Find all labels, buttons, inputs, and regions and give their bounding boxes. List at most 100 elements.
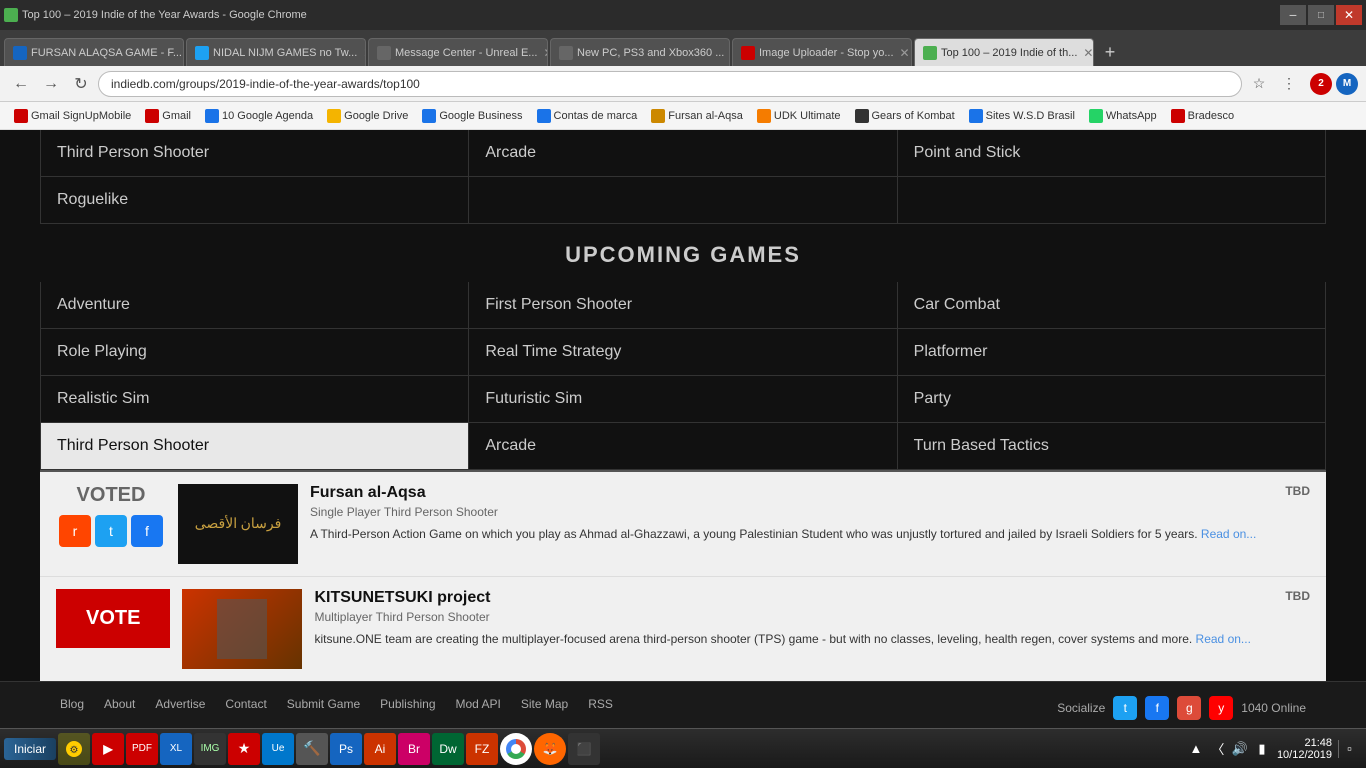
notification-badge[interactable]: 2 — [1310, 73, 1332, 95]
tab-message[interactable]: Message Center - Unreal E... ✕ — [368, 38, 548, 66]
game-tbd-kitsunetsuki: TBD — [1285, 589, 1310, 603]
bookmark-business[interactable]: Google Business — [416, 107, 528, 125]
tab-image[interactable]: Image Uploader - Stop yo... ✕ — [732, 38, 912, 66]
facebook-share-icon[interactable]: f — [131, 515, 163, 547]
genre-party[interactable]: Party — [898, 376, 1326, 423]
footer-link-contact[interactable]: Contact — [225, 697, 266, 711]
taskbar-icon-1[interactable]: ⚙ — [58, 733, 90, 765]
genre-fps[interactable]: First Person Shooter — [469, 282, 897, 329]
genre-cell-tps[interactable]: Third Person Shooter — [41, 130, 469, 177]
show-desktop-button[interactable]: ▫ — [1338, 740, 1356, 758]
tab-nidal[interactable]: NIDAL NIJM GAMES no Tw... ✕ — [186, 38, 366, 66]
taskbar-icon-13[interactable]: FZ — [466, 733, 498, 765]
user-avatar-m[interactable]: M — [1336, 73, 1358, 95]
genre-carcombat[interactable]: Car Combat — [898, 282, 1326, 329]
genre-adventure[interactable]: Adventure — [41, 282, 469, 329]
genre-arcade2[interactable]: Arcade — [469, 423, 897, 470]
genre-rts[interactable]: Real Time Strategy — [469, 329, 897, 376]
tab-top100[interactable]: Top 100 – 2019 Indie of th... ✕ — [914, 38, 1094, 66]
address-bar[interactable]: indiedb.com/groups/2019-indie-of-the-yea… — [98, 71, 1242, 97]
tab-close-icon[interactable]: ✕ — [543, 46, 548, 60]
game-readmore-link-kitsunetsuki[interactable]: Read on... — [1196, 632, 1251, 646]
genre-turnbased[interactable]: Turn Based Tactics — [898, 423, 1326, 470]
tray-network-icon[interactable]: 〈 — [1209, 740, 1227, 758]
taskbar-icon-9[interactable]: Ps — [330, 733, 362, 765]
game-readmore-link-fursan[interactable]: Read on... — [1201, 527, 1256, 541]
back-button[interactable]: ← — [8, 71, 34, 97]
start-button[interactable]: Iniciar — [4, 738, 56, 760]
footer-link-rss[interactable]: RSS — [588, 697, 613, 711]
bookmark-gmail[interactable]: Gmail — [139, 107, 197, 125]
minimize-button[interactable]: − — [1280, 5, 1306, 25]
settings-icon[interactable]: ⋮ — [1276, 71, 1302, 97]
tray-chevron-icon[interactable]: ▲ — [1187, 740, 1205, 758]
genre-realisticsim[interactable]: Realistic Sim — [41, 376, 469, 423]
twitter-social-icon[interactable]: t — [1113, 696, 1137, 720]
genre-label: Party — [914, 390, 951, 407]
footer-link-submitgame[interactable]: Submit Game — [287, 697, 360, 711]
bookmark-bradesco[interactable]: Bradesco — [1165, 107, 1240, 125]
taskbar-icon-12[interactable]: Dw — [432, 733, 464, 765]
taskbar-label: 🔨 — [303, 740, 320, 757]
taskbar-icon-8[interactable]: 🔨 — [296, 733, 328, 765]
tray-volume-icon[interactable]: 🔊 — [1231, 740, 1249, 758]
taskbar-icon-firefox[interactable]: 🦊 — [534, 733, 566, 765]
bookmark-gmail-signup[interactable]: Gmail SignUpMobile — [8, 107, 137, 125]
bookmarks-bar: Gmail SignUpMobile Gmail 10 Google Agend… — [0, 102, 1366, 130]
bookmark-star-icon[interactable]: ☆ — [1246, 71, 1272, 97]
vote-button-kitsunetsuki[interactable]: VOTE — [56, 589, 170, 648]
genre-roleplaying[interactable]: Role Playing — [41, 329, 469, 376]
close-button[interactable]: ✕ — [1336, 5, 1362, 25]
footer-link-advertise[interactable]: Advertise — [155, 697, 205, 711]
footer-link-sitemap[interactable]: Site Map — [521, 697, 568, 711]
tab-fursan[interactable]: FURSAN ALAQSA GAME - F... ✕ — [4, 38, 184, 66]
genre-tps-active[interactable]: Third Person Shooter — [41, 423, 469, 470]
bookmark-favicon — [651, 109, 665, 123]
taskbar-icon-3[interactable]: PDF — [126, 733, 158, 765]
online-count: 1040 Online — [1241, 701, 1306, 715]
twitter-share-icon[interactable]: t — [95, 515, 127, 547]
footer-link-modapi[interactable]: Mod API — [456, 697, 501, 711]
reload-button[interactable]: ↻ — [68, 71, 94, 97]
tab-close-icon[interactable]: ✕ — [900, 46, 910, 60]
youtube-social-icon[interactable]: y — [1209, 696, 1233, 720]
taskbar-icon-7[interactable]: Ue — [262, 733, 294, 765]
bookmark-sites[interactable]: Sites W.S.D Brasil — [963, 107, 1081, 125]
maximize-button[interactable]: □ — [1308, 5, 1334, 25]
genre-cell-arcade[interactable]: Arcade — [469, 130, 897, 177]
bookmark-whatsapp[interactable]: WhatsApp — [1083, 107, 1163, 125]
tab-close-icon[interactable]: ✕ — [1083, 46, 1093, 60]
taskbar-icon-2[interactable]: ▶ — [92, 733, 124, 765]
taskbar-icon-5[interactable]: IMG — [194, 733, 226, 765]
genre-cell-pointandstick[interactable]: Point and Stick — [898, 130, 1326, 177]
genre-platformer[interactable]: Platformer — [898, 329, 1326, 376]
bookmark-drive[interactable]: Google Drive — [321, 107, 414, 125]
new-tab-button[interactable]: + — [1096, 38, 1124, 66]
taskbar-icon-chrome[interactable] — [500, 733, 532, 765]
tab-newpc[interactable]: New PC, PS3 and Xbox360 ... ✕ — [550, 38, 730, 66]
tab-close-icon[interactable]: ✕ — [363, 46, 366, 60]
game-title-kitsunetsuki[interactable]: KITSUNETSUKI project — [314, 589, 490, 607]
forward-button[interactable]: → — [38, 71, 64, 97]
tab-favicon — [741, 46, 755, 60]
footer-link-about[interactable]: About — [104, 697, 135, 711]
bookmark-agenda[interactable]: 10 Google Agenda — [199, 107, 319, 125]
googleplus-social-icon[interactable]: g — [1177, 696, 1201, 720]
taskbar-icon-last[interactable]: ⬛ — [568, 733, 600, 765]
bookmark-contas[interactable]: Contas de marca — [531, 107, 644, 125]
bookmark-udk[interactable]: UDK Ultimate — [751, 107, 847, 125]
reddit-share-icon[interactable]: r — [59, 515, 91, 547]
bookmark-fursan[interactable]: Fursan al-Aqsa — [645, 107, 749, 125]
game-title-fursan[interactable]: Fursan al-Aqsa — [310, 484, 426, 502]
taskbar-icon-10[interactable]: Ai — [364, 733, 396, 765]
tray-battery-icon[interactable]: ▮ — [1253, 740, 1271, 758]
footer-link-blog[interactable]: Blog — [60, 697, 84, 711]
taskbar-icon-4[interactable]: XL — [160, 733, 192, 765]
facebook-social-icon[interactable]: f — [1145, 696, 1169, 720]
genre-cell-roguelike[interactable]: Roguelike — [41, 177, 469, 224]
taskbar-icon-11[interactable]: Br — [398, 733, 430, 765]
taskbar-icon-6[interactable]: ★ — [228, 733, 260, 765]
footer-link-publishing[interactable]: Publishing — [380, 697, 435, 711]
genre-futuristicsim[interactable]: Futuristic Sim — [469, 376, 897, 423]
bookmark-gears[interactable]: Gears of Kombat — [849, 107, 961, 125]
